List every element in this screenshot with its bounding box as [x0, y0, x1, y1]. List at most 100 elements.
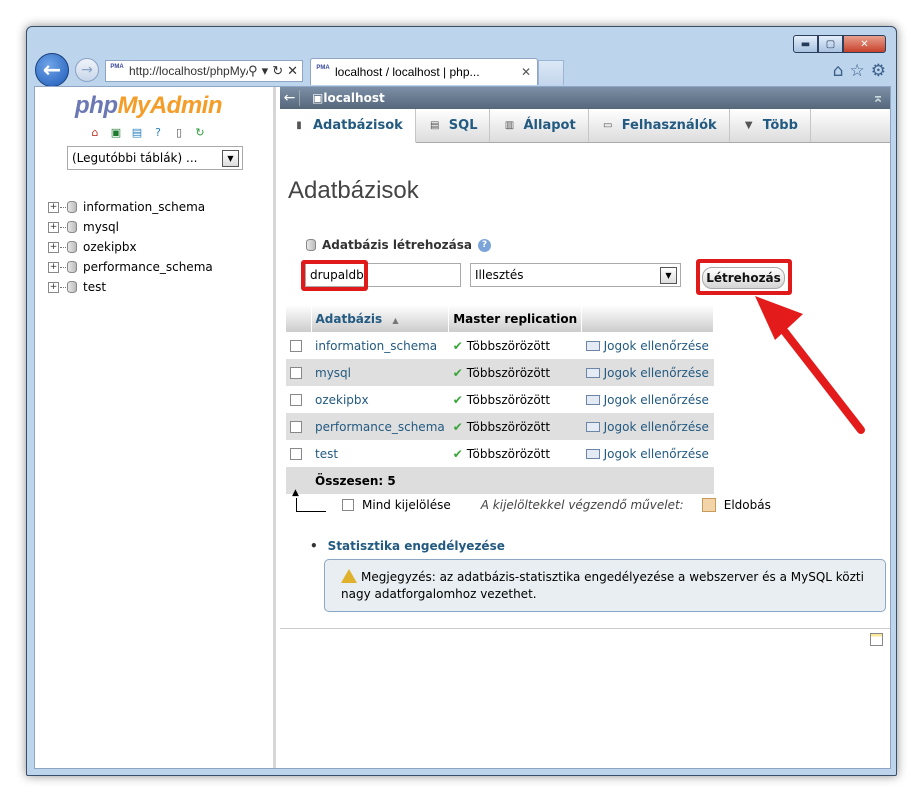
- red-arrow-annotation: [755, 296, 865, 434]
- row-checkbox[interactable]: [290, 421, 302, 433]
- create-database-label: Adatbázis létrehozása: [322, 238, 472, 252]
- tree-item-label[interactable]: information_schema: [83, 200, 205, 214]
- tab-databases[interactable]: ▮ Adatbázisok: [280, 109, 416, 143]
- check-privileges-link[interactable]: Jogok ellenőrzése: [604, 339, 709, 353]
- check-privileges-link[interactable]: Jogok ellenőrzése: [604, 393, 709, 407]
- replication-status: Többszörözött: [466, 446, 551, 461]
- logo-php: php: [75, 92, 118, 119]
- docs-icon[interactable]: ?: [150, 124, 166, 140]
- enable-statistics-link[interactable]: Statisztika engedélyezése: [328, 539, 505, 553]
- tree-item-performance-schema[interactable]: + performance_schema: [48, 257, 213, 277]
- tree-item-ozekipbx[interactable]: + ozekipbx: [48, 237, 213, 257]
- collapse-nav-icon[interactable]: ←: [280, 90, 300, 106]
- recent-tables-value: (Legutóbbi táblák) ...: [72, 151, 198, 165]
- reload-icon[interactable]: ↻: [192, 124, 208, 140]
- collation-select[interactable]: Illesztés ▼: [470, 263, 681, 287]
- address-text[interactable]: http://localhost/phpMyAdmin: [129, 64, 248, 78]
- drop-icon[interactable]: [701, 498, 716, 512]
- help-icon[interactable]: ?: [477, 238, 491, 252]
- address-bar[interactable]: PMA http://localhost/phpMyAdmin ⚲ ▾ ↻ ✕: [105, 60, 303, 82]
- tab-close-icon[interactable]: ✕: [521, 65, 537, 79]
- phpmyadmin-logo[interactable]: phpMyAdmin: [75, 92, 222, 120]
- dropdown-icon[interactable]: ▾: [262, 63, 269, 79]
- enable-statistics-item: • Statisztika engedélyezése: [310, 539, 505, 553]
- tree-item-label[interactable]: test: [83, 280, 106, 294]
- browser-toolbar: ⌂ ☆ ⚙: [833, 61, 886, 81]
- header-database[interactable]: Adatbázis ▲: [311, 305, 450, 332]
- query-window-icon[interactable]: ▤: [129, 124, 145, 140]
- table-row: mysql ✔ Többszörözött Jogok ellenőrzése: [286, 359, 714, 386]
- database-icon: [67, 261, 77, 273]
- chevron-down-icon[interactable]: ▼: [222, 149, 239, 167]
- tree-item-test[interactable]: + test: [48, 277, 213, 297]
- tab-status[interactable]: ▥ Állapot: [490, 109, 589, 142]
- row-checkbox[interactable]: [290, 340, 302, 352]
- tab-sql[interactable]: ▤ SQL: [416, 109, 491, 142]
- browser-tab[interactable]: PMA localhost / localhost | php... ✕: [310, 58, 538, 85]
- home-icon[interactable]: ⌂: [87, 124, 103, 140]
- database-link[interactable]: mysql: [315, 366, 351, 380]
- search-icon[interactable]: ⚲: [248, 63, 258, 79]
- select-all-label[interactable]: Mind kijelölése: [362, 498, 451, 512]
- stop-icon[interactable]: ✕: [287, 63, 298, 79]
- back-arrow-icon: ←: [42, 57, 62, 83]
- server-breadcrumb[interactable]: ▣localhost: [300, 91, 864, 105]
- bulk-actions: Mind kijelölése A kijelöltekkel végzendő…: [292, 488, 771, 512]
- check-privileges-link[interactable]: Jogok ellenőrzése: [604, 366, 709, 380]
- tree-item-information-schema[interactable]: + information_schema: [48, 197, 213, 217]
- console-icon[interactable]: [870, 633, 883, 646]
- row-checkbox[interactable]: [290, 448, 302, 460]
- database-link[interactable]: performance_schema: [315, 420, 445, 434]
- close-button[interactable]: ✕: [843, 35, 886, 53]
- page-title: Adatbázisok: [288, 177, 419, 204]
- replication-status: Többszörözött: [466, 338, 551, 353]
- tree-item-mysql[interactable]: + mysql: [48, 217, 213, 237]
- tree-item-label[interactable]: ozekipbx: [83, 240, 137, 254]
- database-link[interactable]: information_schema: [315, 339, 437, 353]
- tab-users[interactable]: ▭ Felhasználók: [589, 109, 730, 142]
- sql-docs-icon[interactable]: ▯: [171, 124, 187, 140]
- chevron-down-icon[interactable]: ▼: [660, 266, 677, 284]
- expand-icon[interactable]: +: [48, 261, 59, 273]
- table-footer-row: Összesen: 5: [286, 467, 714, 494]
- new-tab-button[interactable]: [538, 60, 564, 85]
- forward-button[interactable]: →: [75, 58, 99, 82]
- expand-icon[interactable]: +: [48, 201, 59, 213]
- database-link[interactable]: test: [315, 447, 338, 461]
- collapse-top-icon[interactable]: ⌅: [864, 90, 890, 106]
- divider: [280, 628, 890, 629]
- replication-status: Többszörözött: [466, 392, 551, 407]
- tab-more[interactable]: ▼ Több: [730, 109, 811, 142]
- maximize-button[interactable]: ▢: [818, 35, 843, 53]
- back-button[interactable]: ←: [35, 53, 69, 87]
- star-icon[interactable]: ☆: [850, 61, 865, 81]
- row-checkbox[interactable]: [290, 367, 302, 379]
- refresh-icon[interactable]: ↻: [272, 63, 283, 79]
- check-privileges-link[interactable]: Jogok ellenőrzése: [604, 447, 709, 461]
- database-tree: + information_schema + mysql + ozekipbx + pe…: [48, 197, 213, 297]
- bullet: •: [310, 539, 318, 553]
- header-database-label[interactable]: Adatbázis: [316, 312, 383, 326]
- recent-tables-select[interactable]: (Legutóbbi táblák) ... ▼: [67, 146, 243, 170]
- drop-button[interactable]: Eldobás: [724, 498, 771, 512]
- close-icon: ✕: [860, 38, 869, 50]
- server-name[interactable]: localhost: [323, 91, 384, 105]
- minimize-button[interactable]: ▬: [793, 35, 818, 53]
- check-privileges-link[interactable]: Jogok ellenőrzése: [604, 420, 709, 434]
- gear-icon[interactable]: ⚙: [871, 61, 886, 81]
- database-link[interactable]: ozekipbx: [315, 393, 369, 407]
- header-replication: Master replication: [448, 305, 583, 332]
- select-all-checkbox[interactable]: [342, 499, 354, 511]
- home-icon[interactable]: ⌂: [833, 61, 844, 81]
- arrow-up-icon: [292, 488, 326, 512]
- exit-icon[interactable]: ▣: [108, 124, 124, 140]
- expand-icon[interactable]: +: [48, 281, 59, 293]
- database-icon: ▮: [296, 120, 302, 131]
- tree-item-label[interactable]: performance_schema: [83, 260, 213, 274]
- tree-item-label[interactable]: mysql: [83, 220, 119, 234]
- row-checkbox[interactable]: [290, 394, 302, 406]
- privileges-icon: [585, 395, 600, 405]
- database-icon: [67, 201, 77, 213]
- expand-icon[interactable]: +: [48, 221, 59, 233]
- expand-icon[interactable]: +: [48, 241, 59, 253]
